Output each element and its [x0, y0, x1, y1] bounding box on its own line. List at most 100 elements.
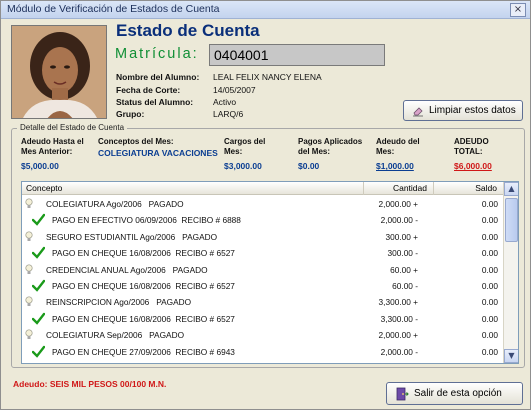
clear-data-button[interactable]: Limpiar estos datos: [403, 100, 523, 121]
summary-adeudo-mes: Adeudo del Mes: $1,000.00: [376, 137, 446, 171]
cell-concepto: COLEGIATURA Sep/2006 PAGADO: [46, 330, 185, 341]
pagos-value: $0.00: [298, 161, 320, 171]
cargos-label-2: Mes:: [224, 147, 243, 156]
cargos-label-1: Cargos del: [224, 137, 266, 146]
lightbulb-icon: [25, 198, 33, 209]
window-title: Módulo de Verificación de Estados de Cue…: [7, 3, 220, 15]
summary-conceptos: Conceptos del Mes: COLEGIATURA VACACIONE…: [98, 137, 222, 158]
adeudo-anterior-value: $5,000.00: [21, 161, 59, 171]
check-icon: [31, 279, 46, 292]
cell-concepto: REINSCRIPCION Ago/2006 PAGADO: [46, 297, 192, 308]
cell-concepto: PAGO EN CHEQUE 16/08/2006 RECIBO # 6527: [52, 280, 235, 291]
list-rows: COLEGIATURA Ago/2006 PAGADO 2,000.00 + 0.0…: [22, 196, 504, 364]
cell-concepto: PAGO EN EFECTIVO 06/09/2006 RECIBO # 688…: [52, 215, 241, 226]
lightbulb-icon: [25, 329, 33, 340]
main-window: Módulo de Verificación de Estados de Cue…: [0, 0, 531, 410]
table-row[interactable]: PAGO EN CHEQUE 16/08/2006 RECIBO # 6527 6…: [22, 278, 504, 294]
cell-saldo: 0.00: [481, 313, 498, 324]
cell-cantidad: 60.00 +: [390, 264, 418, 275]
cell-cantidad: 3,300.00 -: [380, 313, 418, 324]
check-icon: [31, 312, 46, 325]
cell-saldo: 0.00: [481, 248, 498, 259]
account-detail-legend: Detalle del Estado de Cuenta: [17, 123, 128, 132]
cell-saldo: 0.00: [481, 215, 498, 226]
exit-button[interactable]: Salir de esta opción: [386, 382, 523, 405]
check-icon: [31, 345, 46, 358]
cell-saldo: 0.00: [438, 363, 498, 364]
check-icon: [31, 246, 46, 259]
check-icon: [31, 213, 46, 227]
adeudo-mes-label-2: Mes:: [376, 147, 395, 156]
student-photo: [11, 25, 107, 119]
list-header: Concepto Cantidad Saldo: [22, 182, 504, 195]
table-row[interactable]: SEGURO ESTUDIANTIL Ago/2006 PAGADO 300.00…: [22, 229, 504, 245]
nombre-value: LEAL FELIX NANCY ELENA: [213, 72, 322, 82]
scroll-down-button[interactable]: ▼: [504, 349, 518, 363]
cell-cantidad: 3,300.00 +: [378, 297, 418, 308]
scroll-up-button[interactable]: ▲: [504, 182, 518, 196]
column-header-saldo[interactable]: Saldo: [434, 182, 504, 195]
table-row[interactable]: COLEGIATURA Ago/2006 PAGADO 2,000.00 + 0.0…: [22, 196, 504, 212]
nombre-label: Nombre del Alumno:: [116, 72, 200, 82]
lightbulb-icon: [25, 296, 33, 307]
fecha-value: 14/05/2007: [213, 85, 256, 95]
close-button[interactable]: ×: [510, 3, 526, 17]
clear-data-label: Limpiar estos datos: [429, 105, 516, 116]
adeudo-mes-value: $1,000.00: [376, 161, 414, 171]
eraser-icon: [412, 105, 424, 117]
conceptos-label: Conceptos del Mes:: [98, 137, 174, 146]
table-row[interactable]: COLEGIATURA Sep/2006 PAGADO 2,000.00 + 0.0…: [22, 327, 504, 343]
cell-concepto: SEGURO ESTUDIANTIL Ago/2006 PAGADO: [46, 231, 218, 242]
list-scrollbar[interactable]: ▲ ▼: [503, 182, 518, 363]
cell-saldo: 0.00: [481, 297, 498, 308]
summary-adeudo-anterior: Adeudo Hasta el Mes Anterior: $5,000.00: [21, 137, 95, 171]
column-header-cantidad[interactable]: Cantidad: [364, 182, 434, 195]
cell-concepto: PAGO EN CHEQUE 16/08/2006 RECIBO # 6527: [52, 313, 235, 324]
cell-saldo: 0.00: [481, 280, 498, 291]
adeudo-anterior-label-2: Mes Anterior:: [21, 147, 73, 156]
cell-cantidad: 2,000.00 -: [380, 215, 418, 226]
pagos-label-2: del Mes:: [298, 147, 331, 156]
cell-concepto: PAGO EN CHEQUE 16/08/2006 RECIBO # 6527: [52, 248, 235, 259]
cell-cantidad: 2,000.00 -: [380, 346, 418, 357]
lightbulb-icon: [25, 231, 33, 242]
scroll-thumb[interactable]: [505, 198, 518, 242]
page-title: Estado de Cuenta: [116, 21, 260, 40]
adeudo-total-label-1: ADEUDO: [454, 137, 489, 146]
cell-cantidad: 2,000.00 +: [378, 330, 418, 341]
adeudo-anterior-label-1: Adeudo Hasta el: [21, 137, 84, 146]
title-bar: Módulo de Verificación de Estados de Cue…: [1, 1, 530, 19]
cell-saldo: 0.00: [481, 199, 498, 209]
table-row[interactable]: RECARGOS 27/09/2006 120.00 + 0.00: [22, 360, 504, 364]
summary-pagos: Pagos Aplicados del Mes: $0.00: [298, 137, 372, 171]
column-header-concepto[interactable]: Concepto: [22, 182, 364, 195]
door-exit-icon: [395, 387, 409, 401]
adeudo-total-label-2: TOTAL:: [454, 147, 483, 156]
cell-saldo: 0.00: [481, 346, 498, 357]
cell-cantidad: 300.00 -: [387, 248, 418, 259]
cell-cantidad: 2,000.00 +: [378, 199, 418, 209]
grupo-value: LARQ/6: [213, 109, 244, 119]
cell-cantidad: 300.00 +: [385, 231, 418, 242]
table-row[interactable]: PAGO EN CHEQUE 16/08/2006 RECIBO # 6527 3…: [22, 311, 504, 327]
table-row[interactable]: PAGO EN CHEQUE 16/08/2006 RECIBO # 6527 3…: [22, 245, 504, 261]
account-movements-list[interactable]: Concepto Cantidad Saldo COLEGIATURA Ago/…: [21, 181, 519, 364]
grupo-label: Grupo:: [116, 109, 145, 119]
cell-cantidad: 60.00 -: [392, 280, 418, 291]
conceptos-value: COLEGIATURA VACACIONES: [98, 148, 218, 158]
cell-saldo: 0.00: [481, 264, 498, 275]
cell-concepto: PAGO EN CHEQUE 27/09/2006 RECIBO # 6943: [52, 346, 235, 357]
pagos-label-1: Pagos Aplicados: [298, 137, 363, 146]
table-row[interactable]: PAGO EN CHEQUE 27/09/2006 RECIBO # 6943 2…: [22, 344, 504, 360]
status-label: Status del Alumno:: [116, 97, 194, 107]
table-row[interactable]: CREDENCIAL ANUAL Ago/2006 PAGADO 60.00 + 0…: [22, 262, 504, 278]
cell-cantidad: 120.00 +: [328, 363, 418, 364]
table-row[interactable]: PAGO EN EFECTIVO 06/09/2006 RECIBO # 688…: [22, 212, 504, 228]
adeudo-total-value: $6,000.00: [454, 161, 492, 171]
matricula-input[interactable]: 0404001: [209, 44, 385, 66]
lightbulb-icon: [25, 264, 33, 275]
exit-label: Salir de esta opción: [414, 388, 502, 399]
adeudo-text: Adeudo: SEIS MIL PESOS 00/100 M.N.: [13, 379, 167, 389]
table-row[interactable]: REINSCRIPCION Ago/2006 PAGADO 3,300.00 + 0…: [22, 294, 504, 310]
fecha-label: Fecha de Corte:: [116, 85, 181, 95]
